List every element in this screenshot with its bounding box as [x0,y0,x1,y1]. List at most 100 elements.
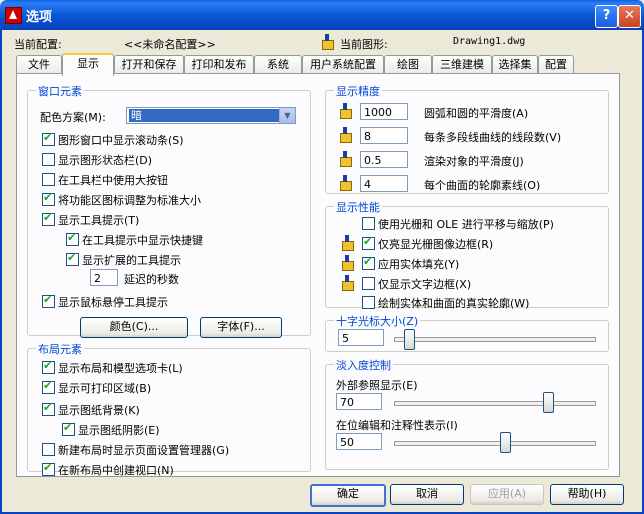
tab-3d-modeling[interactable]: 三维建模 [432,55,492,73]
autocad-app-icon [5,7,22,24]
inplace-fade-label: 在位编辑和注释性表示(I) [336,419,458,432]
tab-display[interactable]: 显示 [62,53,114,76]
contour-lines-input[interactable]: 4 [360,175,408,192]
tab-open-save[interactable]: 打开和保存 [114,55,184,73]
window-title: 选项 [26,10,53,25]
fade-control-group: 淡入度控制 外部参照显示(E) 70 在位编辑和注释性表示(I) 50 [325,357,609,470]
polyline-segments-input[interactable]: 8 [360,127,408,144]
create-viewport-checkbox[interactable] [42,461,55,476]
paper-background-checkbox[interactable] [42,401,55,416]
current-config-value: <<未命名配置>> [124,38,216,51]
raster-ole-pan-label: 使用光栅和 OLE 进行平移与缩放(P) [378,218,554,231]
tab-drafting[interactable]: 绘图 [384,55,432,73]
layout-model-tabs-label: 显示布局和模型选项卡(L) [58,362,183,375]
inplace-fade-input[interactable]: 50 [336,433,382,450]
printable-area-checkbox[interactable] [42,379,55,394]
cancel-button[interactable]: 取消 [390,484,464,505]
solid-fill-checkbox[interactable] [362,255,375,270]
window-elements-group: 窗口元素 配色方案(M): 暗 ▼ 图形窗口中显示滚动条(S) 显示图形状态栏(… [27,83,311,338]
paper-shadow-label: 显示图纸阴影(E) [78,424,160,437]
resize-ribbon-icons-checkbox[interactable] [42,191,55,206]
brush-icon [340,235,356,251]
current-drawing-value: Drawing1.dwg [453,36,526,47]
xref-slider-thumb[interactable] [542,392,554,413]
help-title-button[interactable]: ? [595,5,618,28]
show-extended-tooltips-checkbox[interactable] [66,251,79,266]
colors-button[interactable]: 颜色(C)... [80,317,188,338]
color-scheme-label: 配色方案(M): [40,111,106,124]
show-scrollbars-checkbox[interactable] [42,131,55,146]
render-smoothness-label: 渲染对象的平滑度(J) [424,155,524,168]
fade-control-title: 淡入度控制 [334,357,393,373]
show-status-bar-checkbox[interactable] [42,153,55,166]
current-config-label: 当前配置: [14,38,62,51]
raster-ole-pan-checkbox[interactable] [362,217,375,230]
apply-button[interactable]: 应用(A) [470,484,544,505]
crosshair-size-slider[interactable] [394,337,596,342]
show-extended-tooltips-label: 显示扩展的工具提示 [82,254,181,267]
text-frame-checkbox[interactable] [362,277,375,290]
layout-elements-title: 布局元素 [36,341,84,357]
rollover-tooltips-checkbox[interactable] [42,293,55,308]
brush-icon [338,127,354,143]
current-drawing-label: 当前图形: [340,38,388,51]
close-button[interactable]: ✕ [618,5,641,28]
create-viewport-label: 在新布局中创建视口(N) [58,464,174,477]
tab-panel-display: 窗口元素 配色方案(M): 暗 ▼ 图形窗口中显示滚动条(S) 显示图形状态栏(… [16,73,620,477]
color-scheme-value: 暗 [129,109,281,122]
true-silhouettes-checkbox[interactable] [362,296,375,309]
show-scrollbars-label: 图形窗口中显示滚动条(S) [58,134,184,147]
brush-icon [338,175,354,191]
ok-button[interactable]: 确定 [310,484,386,507]
text-frame-label: 仅显示文字边框(X) [378,278,472,291]
title-bar [0,0,644,30]
tab-system[interactable]: 系统 [254,55,302,73]
brush-icon [338,151,354,167]
highlight-raster-frame-checkbox[interactable] [362,235,375,250]
show-shortcut-keys-checkbox[interactable] [66,231,79,246]
tab-files[interactable]: 文件 [16,55,62,73]
drawing-icon [320,34,336,50]
rollover-tooltips-label: 显示鼠标悬停工具提示 [58,296,168,309]
crosshair-size-title: 十字光标大小(Z) [334,313,421,329]
help-button[interactable]: 帮助(H) [550,484,624,505]
display-performance-title: 显示性能 [334,199,382,215]
printable-area-label: 显示可打印区域(B) [58,382,152,395]
tab-profiles[interactable]: 配置 [538,55,574,73]
fonts-button[interactable]: 字体(F)... [200,317,282,338]
large-buttons-checkbox[interactable] [42,173,55,186]
show-tooltips-label: 显示工具提示(T) [58,214,140,227]
xref-fade-input[interactable]: 70 [336,393,382,410]
tab-selection[interactable]: 选择集 [492,55,538,73]
inplace-fade-slider[interactable] [394,441,596,446]
show-status-bar-label: 显示图形状态栏(D) [58,154,153,167]
page-setup-manager-label: 新建布局时显示页面设置管理器(G) [58,444,230,457]
brush-icon [338,103,354,119]
display-resolution-title: 显示精度 [334,83,382,99]
page-setup-manager-checkbox[interactable] [42,443,55,456]
chevron-down-icon[interactable]: ▼ [279,108,295,123]
layout-model-tabs-checkbox[interactable] [42,359,55,374]
crosshair-size-group: 十字光标大小(Z) 5 [325,313,609,352]
solid-fill-label: 应用实体填充(Y) [378,258,460,271]
xref-fade-label: 外部参照显示(E) [336,379,418,392]
display-resolution-group: 显示精度 1000 圆弧和圆的平滑度(A) 8 每条多段线曲线的线段数(V) 0… [325,83,609,194]
xref-fade-slider[interactable] [394,401,596,406]
inplace-slider-thumb[interactable] [500,432,512,453]
render-smoothness-input[interactable]: 0.5 [360,151,408,168]
contour-lines-label: 每个曲面的轮廓素线(O) [424,179,541,192]
crosshair-slider-thumb[interactable] [403,329,415,350]
arc-smoothness-label: 圆弧和圆的平滑度(A) [424,107,529,120]
resize-ribbon-icons-label: 将功能区图标调整为标准大小 [58,194,201,207]
delay-seconds-input[interactable]: 2 [90,269,118,286]
crosshair-size-input[interactable]: 5 [338,329,384,346]
show-tooltips-checkbox[interactable] [42,211,55,226]
large-buttons-label: 在工具栏中使用大按钮 [58,174,168,187]
tab-user-preferences[interactable]: 用户系统配置 [302,55,384,73]
color-scheme-select[interactable]: 暗 ▼ [126,107,296,124]
paper-shadow-checkbox[interactable] [62,421,75,436]
layout-elements-group: 布局元素 显示布局和模型选项卡(L) 显示可打印区域(B) 显示图纸背景(K) … [27,341,311,477]
brush-icon [340,275,356,291]
tab-plot-publish[interactable]: 打印和发布 [184,55,254,73]
arc-smoothness-input[interactable]: 1000 [360,103,408,120]
